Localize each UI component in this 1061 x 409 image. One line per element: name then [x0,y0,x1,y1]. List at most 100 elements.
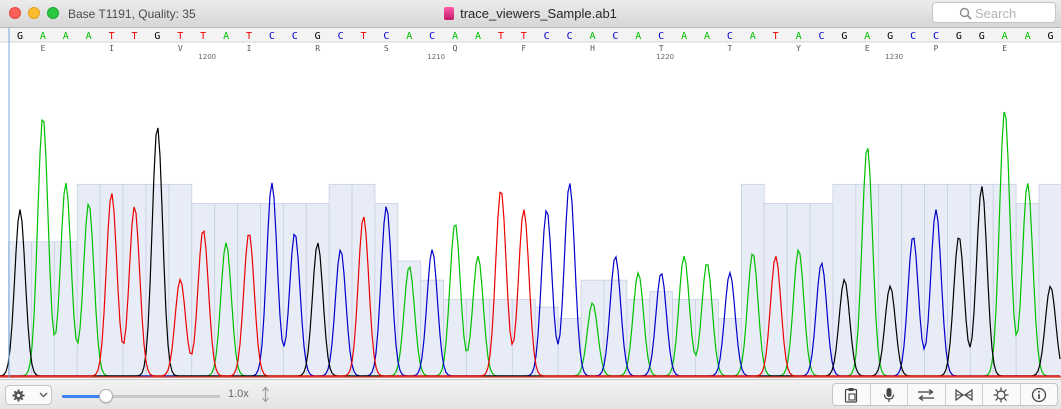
amino-acid: E [1002,44,1007,53]
base-call[interactable]: A [1002,31,1008,42]
quality-bar [328,183,353,377]
document-icon [444,7,455,20]
base-call[interactable]: A [452,31,458,42]
center-cursor-button[interactable] [983,384,1021,405]
zoom-slider[interactable] [62,389,220,403]
base-call[interactable]: C [658,31,664,42]
quality-bar [99,183,124,377]
quality-bar [809,203,834,377]
clipboard-button[interactable] [833,384,871,405]
quality-bar [511,298,536,377]
base-call[interactable]: C [338,31,344,42]
base-call[interactable]: T [360,31,366,42]
base-call[interactable]: C [933,31,939,42]
quality-bar [901,183,925,377]
tool-buttons [832,383,1058,406]
base-call[interactable]: G [841,31,847,42]
reverse-complement-button[interactable] [946,384,983,405]
title-bar: Base T1191, Quality: 35 trace_viewers_Sa… [0,0,1061,28]
quality-bar [397,260,422,377]
amino-acid: F [521,44,526,53]
shuffle-icon [918,388,935,401]
amino-acid: V [178,44,183,53]
bottom-toolbar: 1.0x [0,379,1061,409]
base-call[interactable]: T [177,31,183,42]
base-call[interactable]: T [246,31,252,42]
base-call[interactable]: A [1025,31,1031,42]
clipboard-icon [845,387,858,403]
base-call[interactable]: A [223,31,229,42]
zoom-label: 1.0x [228,388,249,400]
base-call[interactable]: C [612,31,618,42]
quality-bar [786,203,811,377]
base-call[interactable]: C [269,31,275,42]
base-call[interactable]: T [131,31,137,42]
base-call[interactable]: C [292,31,298,42]
quality-bar [443,298,467,377]
quality-bar [122,183,147,377]
base-call[interactable]: G [1047,31,1053,42]
quality-bar [580,279,605,377]
base-call[interactable]: C [383,31,389,42]
base-call[interactable]: T [521,31,527,42]
base-call[interactable]: A [589,31,595,42]
base-call[interactable]: G [315,31,321,42]
amino-acid: H [590,44,595,53]
chromatogram-viewer[interactable]: GAAATTGTTATCCGCTCACAATTCCACACAACATACGAGC… [0,28,1061,378]
base-call[interactable]: A [635,31,641,42]
amino-acid: T [659,44,664,53]
quality-bar [191,203,216,377]
quality-bar [969,183,994,377]
base-call[interactable]: T [109,31,115,42]
base-call[interactable]: T [498,31,504,42]
amino-acid: Q [453,44,458,53]
base-call[interactable]: A [704,31,710,42]
search-placeholder: Search [975,6,1017,21]
base-call[interactable]: A [475,31,481,42]
quality-bar [374,203,399,377]
position-tick: 1220 [656,53,674,61]
amino-acid: I [109,44,114,53]
base-call[interactable]: A [63,31,69,42]
shuffle-button[interactable] [908,384,946,405]
base-call[interactable]: A [750,31,756,42]
window-title: trace_viewers_Sample.ab1 [460,6,617,21]
base-call[interactable]: A [406,31,412,42]
base-call[interactable]: G [154,31,160,42]
chevron-down-icon [39,392,48,398]
info-button[interactable] [1021,384,1058,405]
quality-bar [603,279,628,377]
gear-icon [12,389,25,402]
base-call[interactable]: A [864,31,870,42]
zoom-slider-knob[interactable] [99,389,114,403]
base-call[interactable]: G [956,31,962,42]
base-call[interactable]: C [429,31,435,42]
base-call[interactable]: C [910,31,916,42]
base-call[interactable]: G [979,31,985,42]
base-call[interactable]: T [773,31,779,42]
search-field[interactable]: Search [932,2,1056,23]
base-call[interactable]: A [796,31,802,42]
base-call[interactable]: G [887,31,893,42]
amino-acid: T [727,44,732,53]
base-call[interactable]: C [544,31,550,42]
quality-bar [649,291,674,377]
amino-acid: Y [796,44,801,53]
base-call[interactable]: C [727,31,733,42]
quality-bar [145,183,170,377]
base-call[interactable]: T [200,31,206,42]
base-call[interactable]: C [818,31,824,42]
amino-acid: S [384,44,389,53]
base-call[interactable]: C [567,31,573,42]
quality-bar [214,203,238,377]
base-call[interactable]: A [86,31,92,42]
dictation-button[interactable] [871,384,908,405]
base-call[interactable]: A [681,31,687,42]
base-call[interactable]: A [40,31,46,42]
base-call[interactable]: G [17,31,23,42]
settings-menu-button[interactable] [5,385,52,405]
quality-bar [1015,203,1040,377]
info-icon [1031,387,1046,402]
quality-bar [351,183,376,377]
vertical-scale-icon[interactable] [261,386,270,403]
